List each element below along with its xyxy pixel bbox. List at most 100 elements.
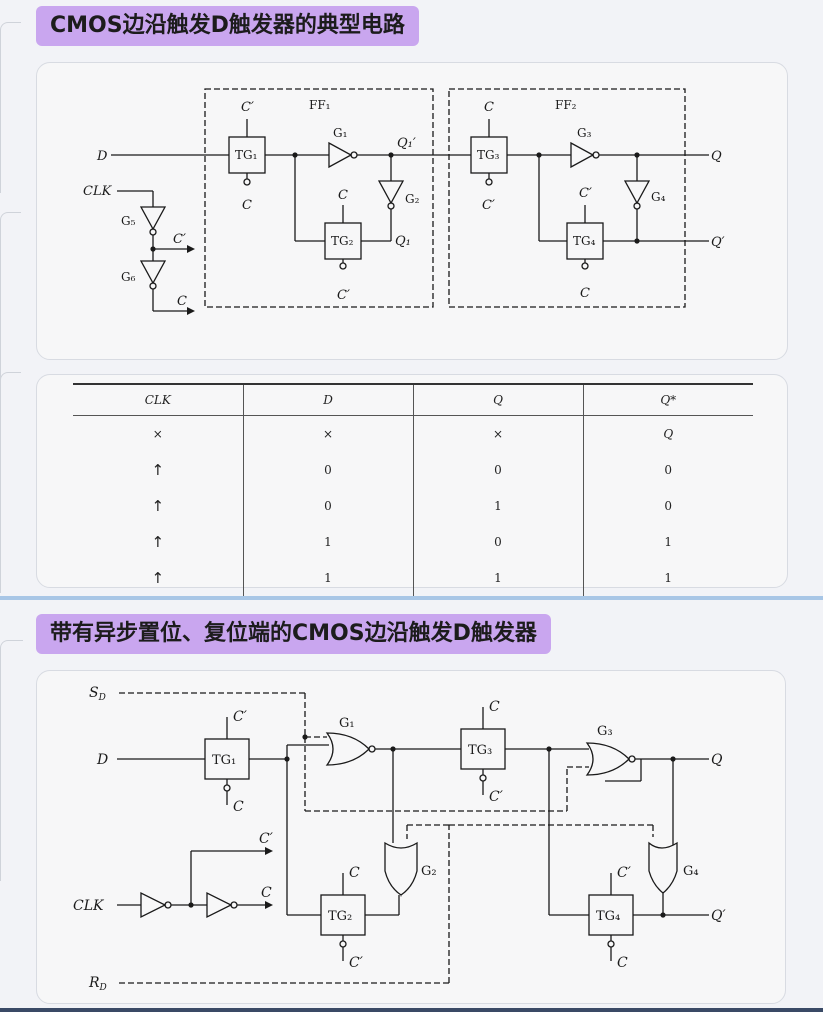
cell: 0: [242, 452, 413, 488]
slide-2-title: 带有异步置位、复位端的CMOS边沿触发D触发器: [36, 614, 551, 654]
tg4-label: TG₄: [596, 909, 620, 924]
tg1-c-prime: C′: [241, 100, 254, 115]
tg2-c-prime: C′: [337, 288, 350, 303]
g4-label: G₄: [651, 190, 666, 204]
slide-1-title: CMOS边沿触发D触发器的典型电路: [36, 6, 419, 46]
g5-inverter: [139, 206, 167, 231]
q1-prime-label: Q₁′: [397, 136, 416, 151]
g3-label: G₃: [577, 126, 592, 140]
g6-label: G₆: [121, 270, 136, 284]
slide-2: 带有异步置位、复位端的CMOS边沿触发D触发器 TG₁ TG₂ TG₃ TG₄ …: [0, 600, 823, 1008]
d-input-label: D: [96, 752, 108, 768]
c-prime-output-label: C′: [173, 232, 186, 247]
ff1-label: FF₁: [309, 98, 330, 112]
col-d: D: [242, 384, 413, 416]
tg4-label: TG₄: [573, 234, 596, 248]
g4-label: G₄: [683, 864, 699, 879]
g1-nor-gate: [325, 732, 370, 766]
cell: Q: [582, 415, 753, 452]
cmos-edge-d-flipflop-circuit: TG₁ TG₂ TG₃ TG₄ FF₁ FF₂ G₁ G₂ G₃ G₄ G₅ G…: [83, 88, 725, 315]
rising-edge-icon: ↑: [151, 533, 165, 551]
g2-label: G₂: [405, 192, 420, 206]
tg4-c-prime: C′: [579, 186, 592, 201]
tg1-c: C: [233, 799, 244, 815]
clk-inverter-2: [206, 891, 233, 919]
cell: 1: [412, 560, 583, 596]
cell: 1: [582, 560, 753, 596]
cell: 0: [582, 488, 753, 524]
table-row: × × × Q: [73, 415, 753, 452]
tg1-label: TG₁: [235, 148, 257, 162]
cmos-d-flipflop-set-reset-circuit: TG₁ TG₂ TG₃ TG₄ G₁ G₂ G₃ G₄ SD RD D CLK …: [73, 685, 726, 993]
g2-inverter: [377, 180, 405, 205]
tg2-c-prime: C′: [349, 955, 364, 971]
tg2-label: TG₂: [328, 909, 352, 924]
g6-inverter: [139, 260, 167, 285]
clk-input-label: CLK: [83, 184, 113, 199]
cell: 1: [582, 524, 753, 560]
g3-nor-gate: [585, 742, 630, 776]
g1-inverter: [328, 141, 353, 169]
q-output-label: Q: [711, 149, 722, 164]
tg3-label: TG₃: [477, 148, 500, 162]
cell: 0: [412, 452, 583, 488]
tg1-c-prime: C′: [233, 709, 248, 725]
c-prime-output-label: C′: [259, 831, 274, 847]
col-q: Q: [412, 384, 583, 416]
mindmap-connector: [0, 640, 23, 881]
g1-label: G₁: [339, 716, 355, 731]
q-prime-output-label: Q′: [711, 908, 726, 924]
col-q-next: Q*: [582, 384, 753, 416]
table-row: ↑ 1 1 1: [73, 560, 753, 596]
circuit-card-1: TG₁ TG₂ TG₃ TG₄ FF₁ FF₂ G₁ G₂ G₃ G₄ G₅ G…: [36, 62, 788, 360]
clk-inverter-1: [140, 891, 167, 919]
sd-label: SD: [89, 685, 106, 703]
tg2-c: C: [349, 865, 360, 881]
g4-nor-gate: [648, 841, 678, 894]
g1-label: G₁: [333, 126, 347, 140]
cell: 1: [242, 524, 413, 560]
truth-table-card: CLK D Q Q* × × × Q ↑ 0 0 0 ↑ 0 1 0 ↑ 1 0…: [36, 374, 788, 596]
cell: ×: [242, 415, 413, 452]
bottom-bar: [0, 1008, 823, 1012]
tg4-c: C: [617, 955, 628, 971]
rd-label: RD: [88, 975, 107, 993]
rising-edge-icon: ↑: [151, 461, 165, 479]
table-row: ↑ 0 1 0: [73, 488, 753, 524]
cell: 0: [412, 524, 583, 560]
cell: 0: [242, 488, 413, 524]
truth-table-header: CLK D Q Q*: [73, 384, 753, 416]
table-row: ↑ 1 0 1: [73, 524, 753, 560]
mindmap-connector: [0, 372, 21, 593]
tg4-c: C: [580, 286, 590, 301]
tg3-label: TG₃: [468, 743, 492, 758]
tg3-c: C: [489, 699, 500, 715]
tg4-c-prime: C′: [617, 865, 632, 881]
q-prime-output-label: Q′: [711, 235, 725, 250]
g2-label: G₂: [421, 864, 437, 879]
cell: ×: [152, 427, 163, 441]
g3-inverter: [570, 141, 595, 169]
circuit-card-2: TG₁ TG₂ TG₃ TG₄ G₁ G₂ G₃ G₄ SD RD D CLK …: [36, 670, 786, 1004]
g5-label: G₅: [121, 214, 136, 228]
tg3-c: C: [484, 100, 494, 115]
g2-nor-gate: [384, 841, 418, 896]
rising-edge-icon: ↑: [151, 569, 165, 587]
tg3-c-prime: C′: [489, 789, 504, 805]
tg3-c-prime: C′: [482, 198, 495, 213]
tg2-label: TG₂: [331, 234, 354, 248]
cell: 0: [582, 452, 753, 488]
c-output-label: C: [177, 294, 187, 309]
table-row: ↑ 0 0 0: [73, 452, 753, 488]
cell: 1: [242, 560, 413, 596]
q1-label: Q₁: [395, 234, 411, 249]
tg1-c: C: [242, 198, 252, 213]
slide-1: CMOS边沿触发D触发器的典型电路 TG₁ TG₂ TG₃ TG₄ FF₁ FF…: [0, 0, 823, 596]
tg1-label: TG₁: [212, 753, 236, 768]
g3-label: G₃: [597, 724, 613, 739]
d-input-label: D: [96, 149, 108, 164]
clk-input-label: CLK: [73, 898, 105, 914]
mindmap-connector: [0, 22, 21, 193]
tg2-c: C: [338, 188, 348, 203]
ff1-box: [204, 88, 434, 308]
